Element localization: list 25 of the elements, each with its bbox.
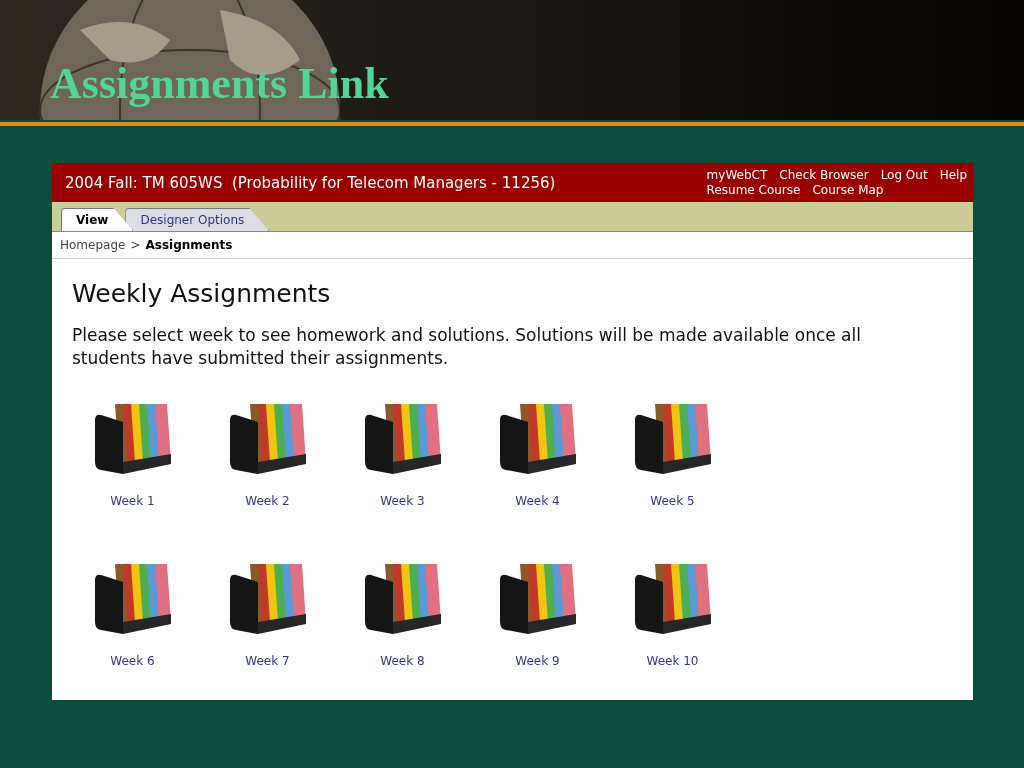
course-title: 2004 Fall: TM 605WS (Probability for Telecom Managers - 11256) [65, 173, 556, 192]
week-link[interactable]: Week 6 [110, 654, 155, 668]
week-link[interactable]: Week 10 [646, 654, 699, 668]
header-link[interactable]: Course Map [812, 183, 884, 197]
page-heading: Weekly Assignments [72, 279, 332, 308]
week-link[interactable]: Week 9 [515, 654, 560, 668]
header-link[interactable]: Check Browser [779, 168, 869, 182]
breadcrumb-link[interactable]: Homepage [60, 238, 126, 252]
header-link[interactable]: Help [939, 168, 967, 182]
week-link[interactable]: Week 3 [380, 494, 425, 508]
week-link[interactable]: Week 1 [110, 494, 155, 508]
slide-title: Assignments Link [50, 58, 389, 110]
week-link[interactable]: Week 5 [650, 494, 695, 508]
current-page-label: Assignments [145, 238, 233, 252]
week-link[interactable]: Week 7 [245, 654, 290, 668]
tab[interactable]: View [61, 208, 134, 231]
description-text: Please select week to see homework and solutions. Solutions will be made available once all students have submitted their assignments. [72, 324, 862, 370]
week-link[interactable]: Week 4 [515, 494, 560, 508]
tab[interactable]: Designer Options [125, 208, 270, 231]
breadcrumb-separator: > [130, 238, 141, 252]
week-link[interactable]: Week 8 [380, 654, 425, 668]
week-link[interactable]: Week 2 [245, 494, 290, 508]
header-link[interactable]: myWebCT [706, 168, 768, 182]
header-link[interactable]: Resume Course [706, 183, 801, 197]
header-link[interactable]: Log Out [880, 168, 928, 182]
